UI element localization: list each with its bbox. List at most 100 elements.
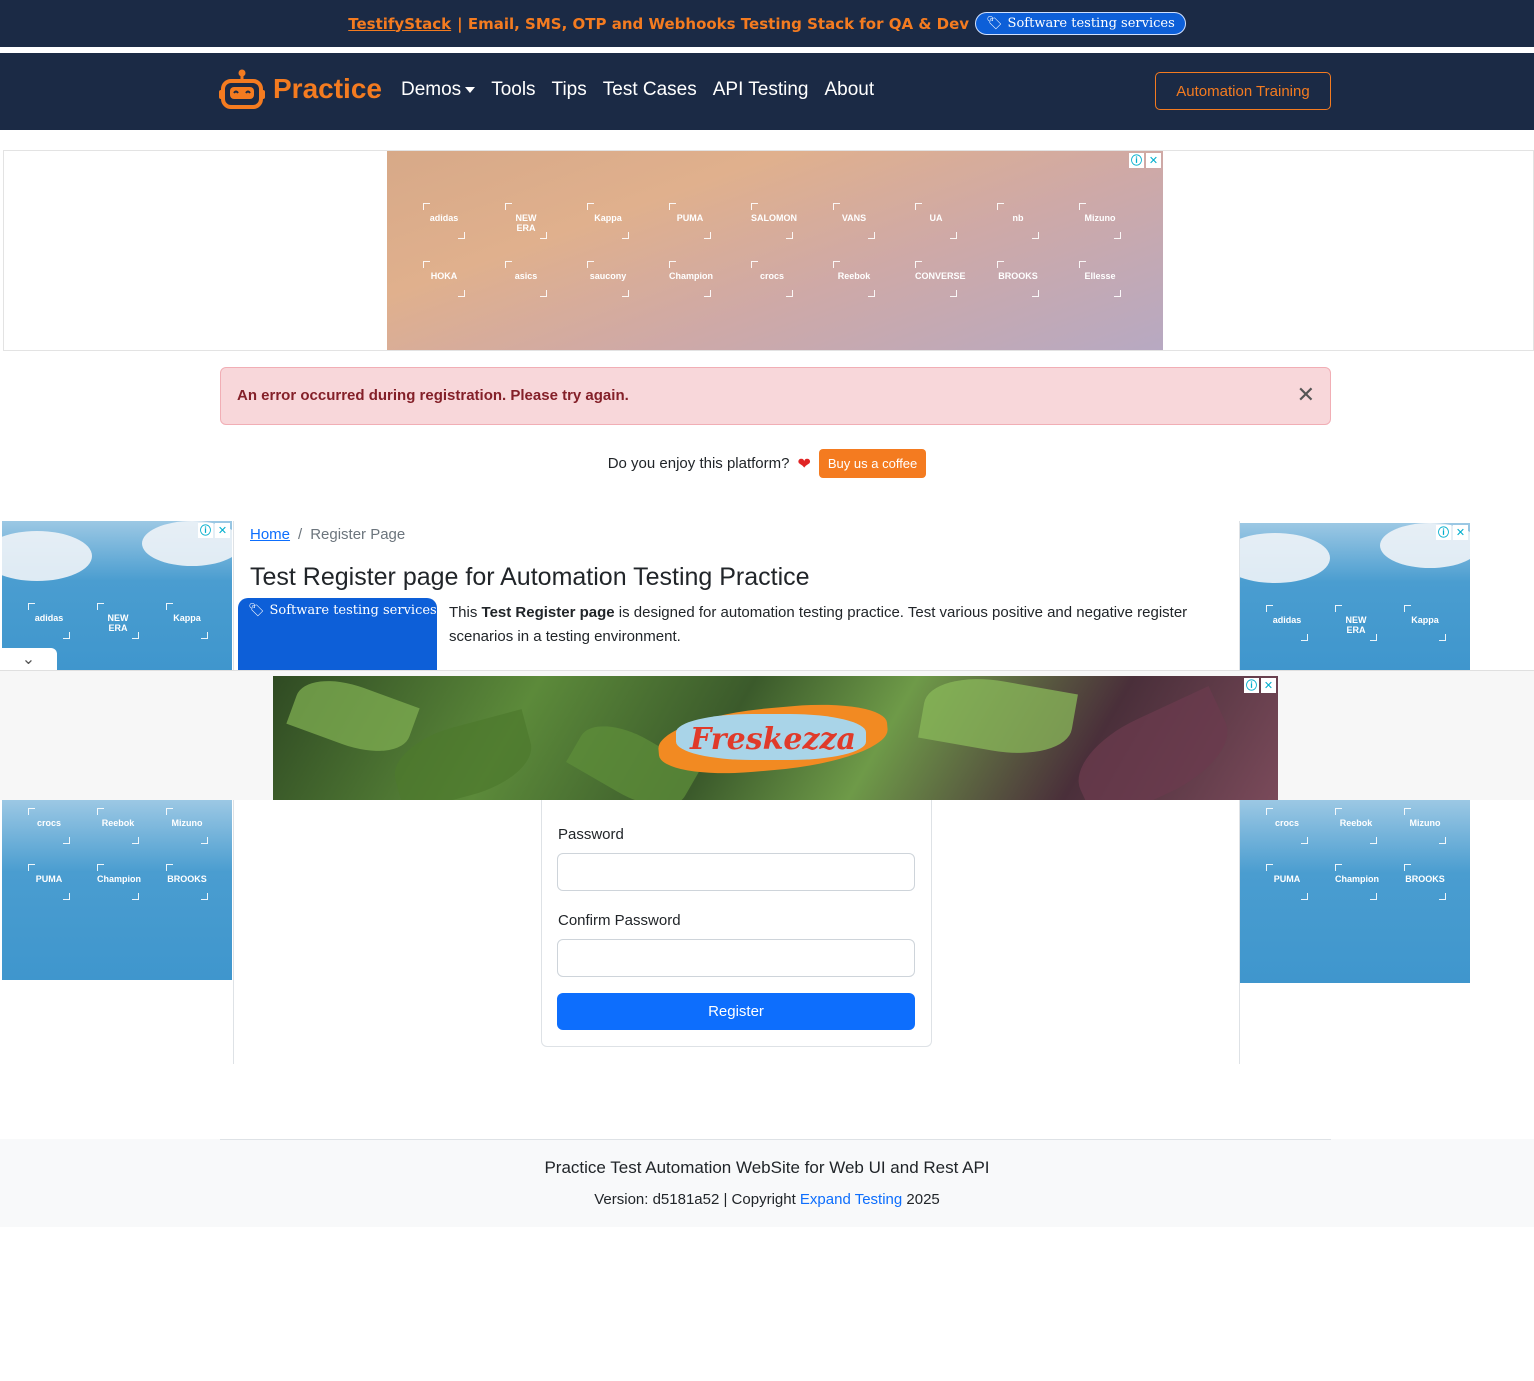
ad-info-icon[interactable]: ⓘ: [198, 523, 213, 538]
freskezza-logo: Freskezza: [655, 698, 891, 780]
ad-logo: NEW ERA: [97, 603, 139, 639]
copyright-year: 2025: [902, 1191, 940, 1208]
ad-logo: Champion: [669, 261, 713, 297]
ad-logo: NEW ERA: [505, 203, 547, 239]
banner-text: | Email, SMS, OTP and Webhooks Testing S…: [457, 14, 970, 33]
intro-prefix: This: [449, 604, 482, 621]
nav-tips[interactable]: Tips: [552, 79, 587, 101]
ad-logo: adidas: [1266, 605, 1308, 641]
freskezza-wordmark: Freskezza: [690, 722, 856, 757]
ad-logo: CONVERSE: [915, 261, 966, 297]
ad-logo: Mizuno: [1404, 808, 1446, 844]
ad-logo: PUMA: [1266, 864, 1308, 900]
ad-logo: Kappa: [1404, 605, 1446, 641]
ad-logo: Ellesse: [1079, 261, 1121, 297]
robot-logo-icon: [219, 69, 265, 109]
support-row: Do you enjoy this platform? ❤ Buy us a c…: [0, 449, 1534, 478]
breadcrumb: Home / Register Page: [250, 526, 405, 543]
ad-logo: BROOKS: [1404, 864, 1446, 900]
error-alert: An error occurred during registration. P…: [220, 367, 1331, 425]
ad-logo: asics: [505, 261, 547, 297]
ad-close-icon[interactable]: ✕: [1261, 678, 1276, 693]
footer: Practice Test Automation WebSite for Web…: [0, 1139, 1534, 1227]
top-announcement-banner: TestifyStack | Email, SMS, OTP and Webho…: [0, 0, 1534, 50]
right-side-ad[interactable]: ⓘ ✕ adidas NEW ERA Kappa: [1240, 523, 1470, 671]
pill-ad-label: Software testing services: [269, 603, 437, 618]
ad-logo: crocs: [28, 808, 70, 844]
left-side-ad-lower[interactable]: crocs Reebok Mizuno PUMA Champion BROOKS: [2, 800, 232, 980]
ad-logo: Kappa: [587, 203, 629, 239]
breadcrumb-home-link[interactable]: Home: [250, 526, 290, 543]
tag-icon: 🏷: [986, 16, 1003, 31]
buy-coffee-button[interactable]: Buy us a coffee: [818, 449, 927, 478]
ad-logo: saucony: [587, 261, 629, 297]
nav-about[interactable]: About: [825, 79, 875, 101]
tag-icon: 🏷: [248, 603, 265, 618]
software-testing-services-pill[interactable]: 🏷 Software testing services: [975, 12, 1186, 35]
heart-icon: ❤: [797, 455, 811, 473]
nav-tools[interactable]: Tools: [491, 79, 535, 101]
breadcrumb-separator: /: [298, 526, 303, 543]
ad-logo: NEW ERA: [1335, 605, 1377, 641]
pill-label: Software testing services: [1007, 16, 1175, 31]
ad-logo: PUMA: [669, 203, 711, 239]
ad-logo: Champion: [1335, 864, 1379, 900]
ad-logo: crocs: [751, 261, 793, 297]
support-question: Do you enjoy this platform?: [607, 455, 790, 472]
freskezza-overlay-ad[interactable]: Freskezza ⓘ ✕: [273, 676, 1278, 800]
ad-logo: BROOKS: [166, 864, 208, 900]
nav-test-cases[interactable]: Test Cases: [603, 79, 697, 101]
automation-training-button[interactable]: Automation Training: [1155, 72, 1331, 110]
testifystack-link[interactable]: TestifyStack: [348, 15, 451, 33]
ad-logo-row: adidas NEW ERA Kappa: [28, 603, 208, 639]
ad-controls: ⓘ ✕: [1436, 525, 1468, 540]
alert-message: An error occurred during registration. P…: [237, 387, 629, 404]
ad-logo: crocs: [1266, 808, 1308, 844]
ad-close-icon[interactable]: ✕: [1146, 153, 1161, 168]
nav-demos[interactable]: Demos: [401, 79, 476, 101]
ad-info-icon[interactable]: ⓘ: [1436, 525, 1451, 540]
ad-logo: Reebok: [97, 808, 139, 844]
ad-logo: BROOKS: [997, 261, 1039, 297]
ad-logo: Mizuno: [1079, 203, 1121, 239]
ad-logo: Champion: [97, 864, 141, 900]
expand-testing-link[interactable]: Expand Testing: [800, 1191, 902, 1208]
ad-controls: ⓘ ✕: [198, 523, 230, 538]
ad-logo-row: adidas NEW ERA Kappa: [1266, 605, 1446, 641]
main-navbar: Practice Demos Tools Tips Test Cases API…: [0, 53, 1534, 130]
ad-logo: Kappa: [166, 603, 208, 639]
version-text: Version: d5181a52 | Copyright: [594, 1191, 800, 1208]
nav-api-testing[interactable]: API Testing: [713, 79, 809, 101]
close-icon[interactable]: ✕: [1297, 385, 1315, 407]
ad-logo: Reebok: [1335, 808, 1377, 844]
password-label: Password: [558, 826, 624, 843]
top-banner-ad[interactable]: ⓘ ✕ adidas NEW ERA Kappa PUMA SALOMON VA…: [387, 151, 1163, 350]
ad-logo-grid: crocs Reebok Mizuno PUMA Champion BROOKS: [28, 808, 208, 900]
password-field[interactable]: [557, 853, 915, 891]
software-testing-services-ad[interactable]: 🏷 Software testing services: [238, 598, 437, 672]
ad-logo: SALOMON: [751, 203, 797, 239]
chevron-down-icon[interactable]: ⌄: [0, 648, 57, 672]
intro-paragraph: This Test Register page is designed for …: [449, 601, 1209, 649]
ad-controls: ⓘ ✕: [1129, 153, 1161, 168]
site-logo[interactable]: Practice: [219, 68, 382, 110]
ad-logo-row: adidas NEW ERA Kappa PUMA SALOMON VANS U…: [423, 203, 1121, 239]
ad-logo-grid: crocs Reebok Mizuno PUMA Champion BROOKS: [1266, 808, 1446, 900]
confirm-password-label: Confirm Password: [558, 912, 681, 929]
ad-logo: adidas: [28, 603, 70, 639]
ad-logo: VANS: [833, 203, 875, 239]
ad-logo: HOKA: [423, 261, 465, 297]
register-button[interactable]: Register: [557, 993, 915, 1030]
logo-text: Practice: [273, 73, 382, 104]
ad-close-icon[interactable]: ✕: [215, 523, 230, 538]
ad-info-icon[interactable]: ⓘ: [1244, 678, 1259, 693]
nav-links: Demos Tools Tips Test Cases API Testing …: [401, 79, 874, 101]
ad-close-icon[interactable]: ✕: [1453, 525, 1468, 540]
ad-logo: nb: [997, 203, 1039, 239]
ad-logo: UA: [915, 203, 957, 239]
ad-logo: Reebok: [833, 261, 875, 297]
caret-down-icon: [465, 86, 476, 93]
ad-info-icon[interactable]: ⓘ: [1129, 153, 1144, 168]
right-side-ad-lower[interactable]: crocs Reebok Mizuno PUMA Champion BROOKS: [1240, 800, 1470, 983]
confirm-password-field[interactable]: [557, 939, 915, 977]
